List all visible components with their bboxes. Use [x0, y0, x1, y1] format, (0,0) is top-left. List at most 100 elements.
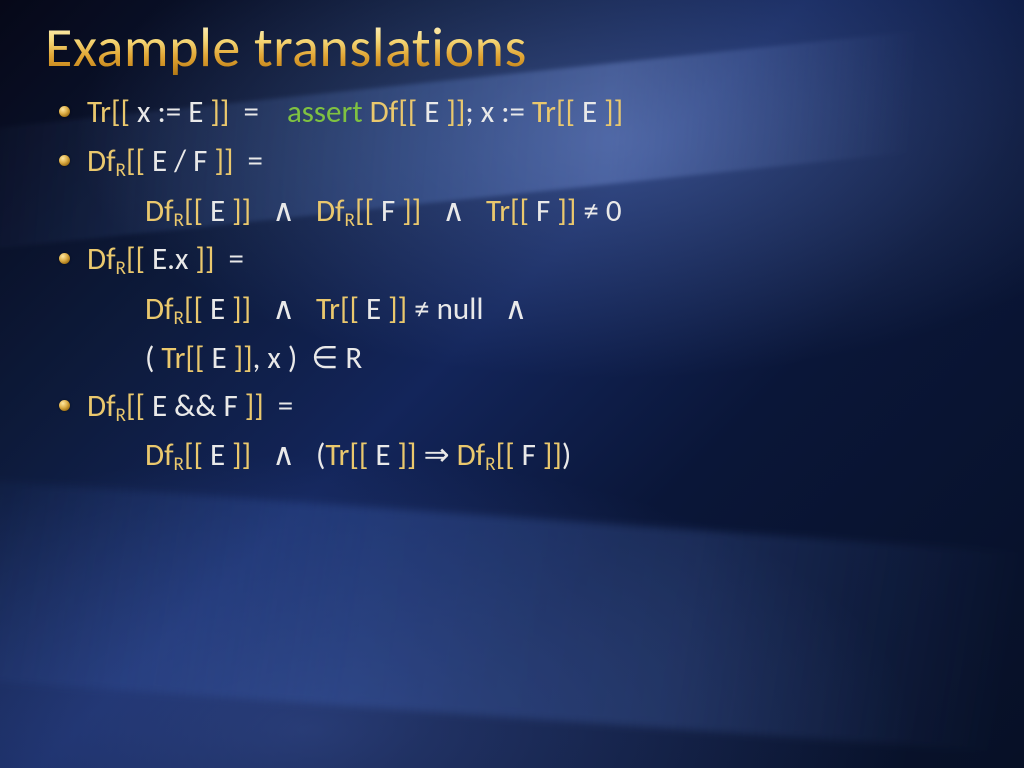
- tok-assign: :=: [501, 93, 525, 131]
- tok-close: ]]: [232, 192, 251, 230]
- tok-open: [[: [111, 93, 130, 131]
- tok-open: [[: [185, 339, 204, 377]
- tok-E: E: [375, 436, 390, 474]
- tok-assert: assert: [287, 93, 363, 131]
- tok-df: Df: [87, 142, 116, 180]
- tok-E: E: [210, 192, 225, 230]
- tok-rp: ): [562, 436, 571, 474]
- tok-close: ]]: [604, 93, 623, 131]
- bullet-item-2: DfR[[ E / F ]] = DfR[[ E ]] ∧ DfR[[ F ]]…: [53, 137, 979, 235]
- tok-open: [[: [355, 192, 374, 230]
- tok-x: x: [175, 240, 188, 278]
- tok-lp: (: [145, 339, 154, 377]
- tok-open: [[: [184, 192, 203, 230]
- tok-close: ]]: [234, 339, 253, 377]
- tok-close: ]]: [388, 290, 407, 328]
- tok-F: F: [536, 192, 550, 230]
- tok-implies: ⇒: [424, 436, 450, 474]
- tok-subR: R: [116, 403, 126, 426]
- bullet-item-1: Tr[[ x := E ]] = assert Df[[ E ]]; x := …: [53, 88, 979, 138]
- bullet-item-3: DfR[[ E.x ]] = DfR[[ E ]] ∧ Tr[[ E ]] ≠ …: [53, 235, 979, 381]
- tok-E: E: [152, 387, 167, 425]
- tok-x: x: [267, 339, 280, 377]
- tok-comma: ,: [253, 339, 261, 377]
- tok-open: [[: [126, 142, 145, 180]
- tok-open: [[: [496, 436, 515, 474]
- tok-open: [[: [340, 290, 359, 328]
- tok-close: ]]: [446, 93, 465, 131]
- tok-semi: ;: [465, 93, 473, 131]
- tok-df: Df: [457, 436, 486, 474]
- tok-subR: R: [174, 209, 184, 232]
- slide-title: Example translations: [45, 18, 979, 80]
- tok-tr: Tr: [325, 436, 349, 474]
- tok-F: F: [223, 387, 237, 425]
- tok-eq: =: [247, 142, 262, 180]
- tok-tr: Tr: [161, 339, 185, 377]
- tok-open: [[: [126, 240, 145, 278]
- tok-close: ]]: [398, 436, 417, 474]
- tok-and: ∧: [272, 436, 295, 474]
- tok-subR: R: [485, 453, 495, 476]
- bullet-2-body: DfR[[ E ]] ∧ DfR[[ F ]] ∧ Tr[[ F ]] ≠ 0: [87, 187, 979, 236]
- tok-close: ]]: [232, 290, 251, 328]
- tok-x: x: [137, 93, 150, 131]
- tok-tr: Tr: [486, 192, 510, 230]
- tok-F: F: [381, 192, 395, 230]
- tok-E: E: [152, 142, 167, 180]
- tok-andand: &&: [174, 387, 216, 425]
- tok-df: Df: [370, 93, 399, 131]
- tok-open: [[: [184, 290, 203, 328]
- tok-div: /: [174, 142, 186, 180]
- tok-x: x: [481, 93, 494, 131]
- tok-E: E: [210, 290, 225, 328]
- tok-dot: .: [167, 240, 175, 278]
- tok-tr: Tr: [532, 93, 556, 131]
- tok-R: R: [345, 339, 362, 377]
- tok-close: ]]: [402, 192, 421, 230]
- tok-zero: 0: [606, 192, 622, 230]
- tok-neq: ≠: [414, 290, 429, 328]
- bg-streak-2: [0, 475, 1024, 765]
- tok-df: Df: [87, 387, 116, 425]
- tok-close: ]]: [195, 240, 214, 278]
- tok-F: F: [193, 142, 207, 180]
- tok-close: ]]: [210, 93, 229, 131]
- tok-close: ]]: [245, 387, 264, 425]
- tok-E: E: [210, 436, 225, 474]
- tok-in: ∈: [311, 339, 338, 377]
- tok-subR: R: [116, 159, 126, 182]
- tok-open: [[: [510, 192, 529, 230]
- tok-eq: =: [278, 387, 293, 425]
- bullet-list: Tr[[ x := E ]] = assert Df[[ E ]]; x := …: [45, 88, 979, 480]
- tok-rp: ): [288, 339, 297, 377]
- slide: Example translations Tr[[ x := E ]] = as…: [0, 0, 1024, 768]
- tok-subR: R: [345, 209, 355, 232]
- tok-open: [[: [556, 93, 575, 131]
- tok-and: ∧: [272, 290, 295, 328]
- tok-assign: :=: [157, 93, 181, 131]
- bullet-item-4: DfR[[ E && F ]] = DfR[[ E ]] ∧ (Tr[[ E ]…: [53, 382, 979, 480]
- tok-df: Df: [145, 192, 174, 230]
- tok-open: [[: [398, 93, 417, 131]
- tok-and: ∧: [272, 192, 295, 230]
- tok-E: E: [188, 93, 203, 131]
- tok-subR: R: [116, 257, 126, 280]
- tok-lp: (: [316, 436, 325, 474]
- tok-open: [[: [349, 436, 368, 474]
- tok-null: null: [437, 290, 484, 328]
- tok-close: ]]: [543, 436, 562, 474]
- tok-subR: R: [174, 453, 184, 476]
- tok-df: Df: [316, 192, 345, 230]
- tok-eq: =: [228, 240, 243, 278]
- tok-df: Df: [145, 290, 174, 328]
- tok-E: E: [424, 93, 439, 131]
- tok-close: ]]: [214, 142, 233, 180]
- tok-E: E: [211, 339, 226, 377]
- tok-neq: ≠: [583, 192, 598, 230]
- bullet-4-body: DfR[[ E ]] ∧ (Tr[[ E ]] ⇒ DfR[[ F ]]): [87, 431, 979, 480]
- tok-subR: R: [174, 307, 184, 330]
- tok-df: Df: [87, 240, 116, 278]
- tok-E: E: [366, 290, 381, 328]
- tok-eq: =: [243, 93, 258, 131]
